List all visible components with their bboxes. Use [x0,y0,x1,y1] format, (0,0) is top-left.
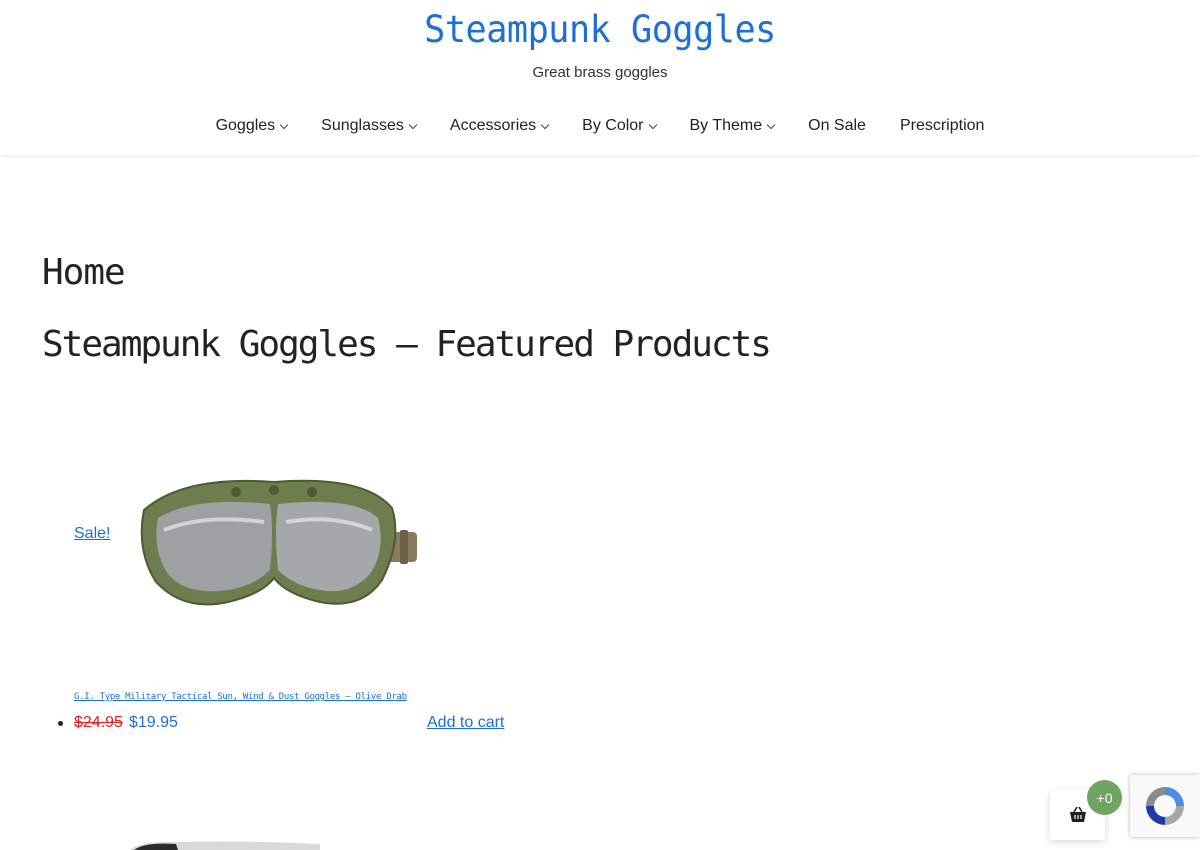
cart-count-badge[interactable]: +0 [1087,780,1122,815]
site-header: Steampunk Goggles Great brass goggles Go… [0,0,1200,155]
site-tagline: Great brass goggles [532,64,668,81]
nav-item-label: By Theme [689,117,763,134]
goggles-image [140,479,417,606]
nav-item-prescription[interactable]: Prescription [900,117,984,135]
nav-item-label: Accessories [449,117,537,134]
recaptcha-icon [1146,787,1184,825]
nav-item-goggles[interactable]: Goggles [215,117,289,135]
nav-item-label: By Color [582,117,644,134]
product-image-goggles[interactable] [124,470,424,620]
list-bullet [58,721,63,726]
nav-item-by-theme[interactable]: By Theme [689,117,776,135]
page-title: Home [42,252,126,293]
section-title: Steampunk Goggles – Featured Products [42,324,772,365]
nav-item-label: Goggles [215,117,276,134]
nav-item-by-color[interactable]: By Color [582,117,657,135]
sale-price: $19.95 [128,714,178,731]
chevron-down-icon [408,120,418,129]
main-navigation: Goggles Sunglasses Accessories By Color … [0,117,1200,135]
chevron-down-icon [279,120,289,129]
nav-item-label: On Sale [808,117,866,134]
product-price: $24.95 $19.95 [74,714,178,732]
old-price: $24.95 [74,714,123,731]
basket-icon [1069,807,1086,822]
product-name-link[interactable]: G.I. Type Military Tactical Sun, Wind & … [74,692,407,702]
chevron-down-icon [540,120,550,129]
nav-item-on-sale[interactable]: On Sale [808,117,866,135]
recaptcha-badge[interactable] [1130,775,1200,837]
nav-item-label: Prescription [899,117,985,134]
chevron-down-icon [766,120,776,129]
site-title[interactable]: Steampunk Goggles [30,8,1170,51]
sale-badge-link[interactable]: Sale! [74,525,110,543]
chevron-down-icon [648,120,657,129]
add-to-cart-button[interactable]: Add to cart [427,714,504,732]
nav-item-accessories[interactable]: Accessories [449,117,550,135]
goggles-image [130,841,320,850]
nav-item-label: Sunglasses [321,117,404,134]
nav-item-sunglasses[interactable]: Sunglasses [321,117,418,135]
product-image-next[interactable] [120,832,330,850]
